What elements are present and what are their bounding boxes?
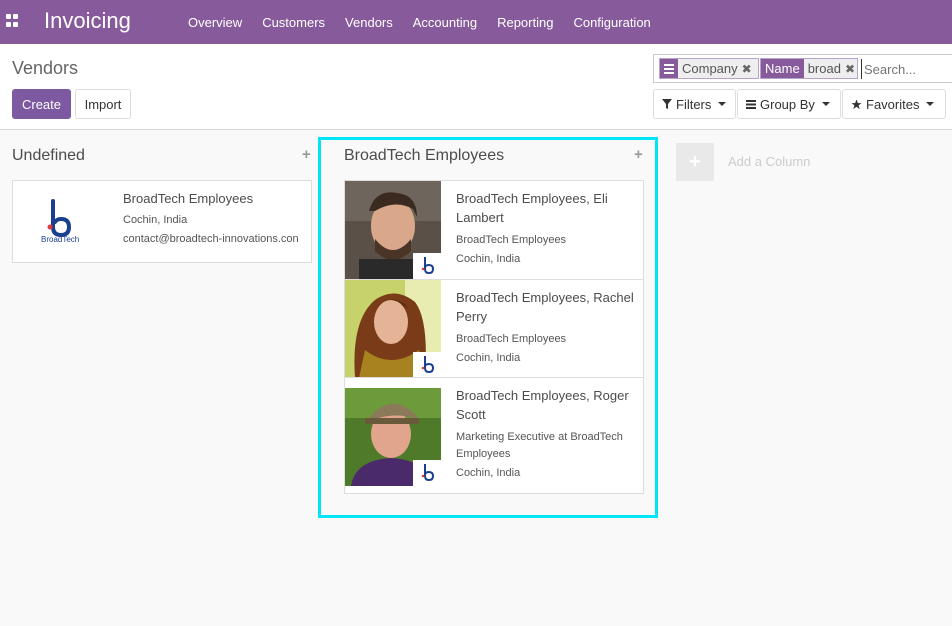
contact-photo bbox=[345, 181, 441, 279]
groupby-dropdown[interactable]: Group By bbox=[737, 89, 841, 119]
card-address: Cochin, India bbox=[456, 253, 521, 265]
card-name-cont: Scott bbox=[456, 407, 486, 422]
facet-value: Company bbox=[682, 61, 738, 76]
favorites-label: Favorites bbox=[866, 96, 920, 112]
search-facet-company: Company ✖ bbox=[659, 58, 759, 79]
column-title-undefined: Undefined bbox=[12, 147, 85, 164]
card-address: Cochin, India bbox=[456, 352, 521, 364]
company-mini-logo bbox=[413, 253, 441, 279]
card-job-title: Marketing Executive at BroadTech bbox=[456, 431, 623, 443]
filters-label: Filters bbox=[676, 96, 712, 112]
menu-reporting[interactable]: Reporting bbox=[487, 15, 563, 30]
list-icon bbox=[746, 99, 756, 109]
search-input[interactable] bbox=[861, 59, 952, 79]
company-mini-logo bbox=[413, 460, 441, 486]
search-box[interactable]: Company ✖ Name broad ✖ bbox=[653, 54, 952, 83]
menu-overview[interactable]: Overview bbox=[178, 15, 252, 30]
breadcrumb: Vendors bbox=[12, 58, 79, 78]
column-add-icon[interactable]: + bbox=[302, 146, 311, 163]
contact-photo bbox=[345, 388, 441, 486]
remove-facet-icon[interactable]: ✖ bbox=[742, 59, 755, 78]
favorites-dropdown[interactable]: Favorites bbox=[842, 89, 946, 119]
filters-dropdown[interactable]: Filters bbox=[653, 89, 736, 119]
contact-card[interactable]: BroadTech Employees, Rachel Perry BroadT… bbox=[344, 279, 644, 378]
card-company: BroadTech Employees bbox=[456, 234, 567, 246]
card-company: BroadTech Employees bbox=[456, 333, 567, 345]
caret-down-icon bbox=[718, 102, 727, 106]
card-address: Cochin, India bbox=[123, 214, 188, 226]
group-by-icon bbox=[660, 59, 678, 78]
card-name: BroadTech Employees, Eli bbox=[456, 191, 608, 206]
card-name: BroadTech Employees, Roger bbox=[456, 388, 629, 403]
top-navbar: Invoicing Overview Customers Vendors Acc… bbox=[0, 0, 952, 44]
contact-photo bbox=[345, 280, 441, 378]
menu-vendors[interactable]: Vendors bbox=[335, 15, 403, 30]
menu-customers[interactable]: Customers bbox=[252, 15, 335, 30]
caret-down-icon bbox=[821, 102, 830, 106]
search-facet-name: Name broad ✖ bbox=[760, 58, 858, 79]
facet-value: broad bbox=[807, 61, 841, 76]
vendor-card[interactable]: BroadTech BroadTech Employees Cochin, In… bbox=[12, 180, 312, 263]
plus-icon: + bbox=[689, 150, 701, 173]
star-icon bbox=[851, 98, 862, 110]
app-title: Invoicing bbox=[44, 8, 131, 33]
apps-grid-icon[interactable] bbox=[6, 14, 20, 28]
card-job-title-cont: Employees bbox=[456, 448, 511, 460]
card-address: Cochin, India bbox=[456, 467, 521, 479]
column-add-icon[interactable]: + bbox=[634, 146, 643, 163]
card-name: BroadTech Employees, Rachel bbox=[456, 290, 634, 305]
caret-down-icon bbox=[926, 102, 935, 106]
card-name: BroadTech Employees bbox=[123, 191, 254, 206]
filter-icon bbox=[662, 99, 672, 109]
groupby-label: Group By bbox=[760, 96, 815, 112]
import-button[interactable]: Import bbox=[75, 89, 131, 119]
card-email: contact@broadtech-innovations.con bbox=[123, 233, 299, 245]
add-column-label[interactable]: Add a Column bbox=[728, 154, 810, 169]
facet-tag: Name bbox=[761, 59, 804, 78]
card-name-cont: Lambert bbox=[456, 210, 504, 225]
remove-facet-icon[interactable]: ✖ bbox=[845, 59, 858, 78]
control-panel: Vendors Create Import Company ✖ Name bro… bbox=[0, 44, 952, 130]
create-button[interactable]: Create bbox=[12, 89, 71, 119]
menu-configuration[interactable]: Configuration bbox=[563, 15, 660, 30]
main-menu: Overview Customers Vendors Accounting Re… bbox=[178, 0, 661, 44]
menu-accounting[interactable]: Accounting bbox=[403, 15, 487, 30]
add-column-button[interactable]: + bbox=[676, 143, 714, 181]
column-title-broadtech: BroadTech Employees bbox=[344, 147, 505, 164]
logo-text: BroadTech bbox=[41, 235, 80, 244]
company-mini-logo bbox=[413, 352, 441, 378]
contact-card[interactable]: BroadTech Employees, Roger Scott Marketi… bbox=[344, 377, 644, 494]
contact-card[interactable]: BroadTech Employees, Eli Lambert BroadTe… bbox=[344, 180, 644, 280]
card-name-cont: Perry bbox=[456, 309, 488, 324]
